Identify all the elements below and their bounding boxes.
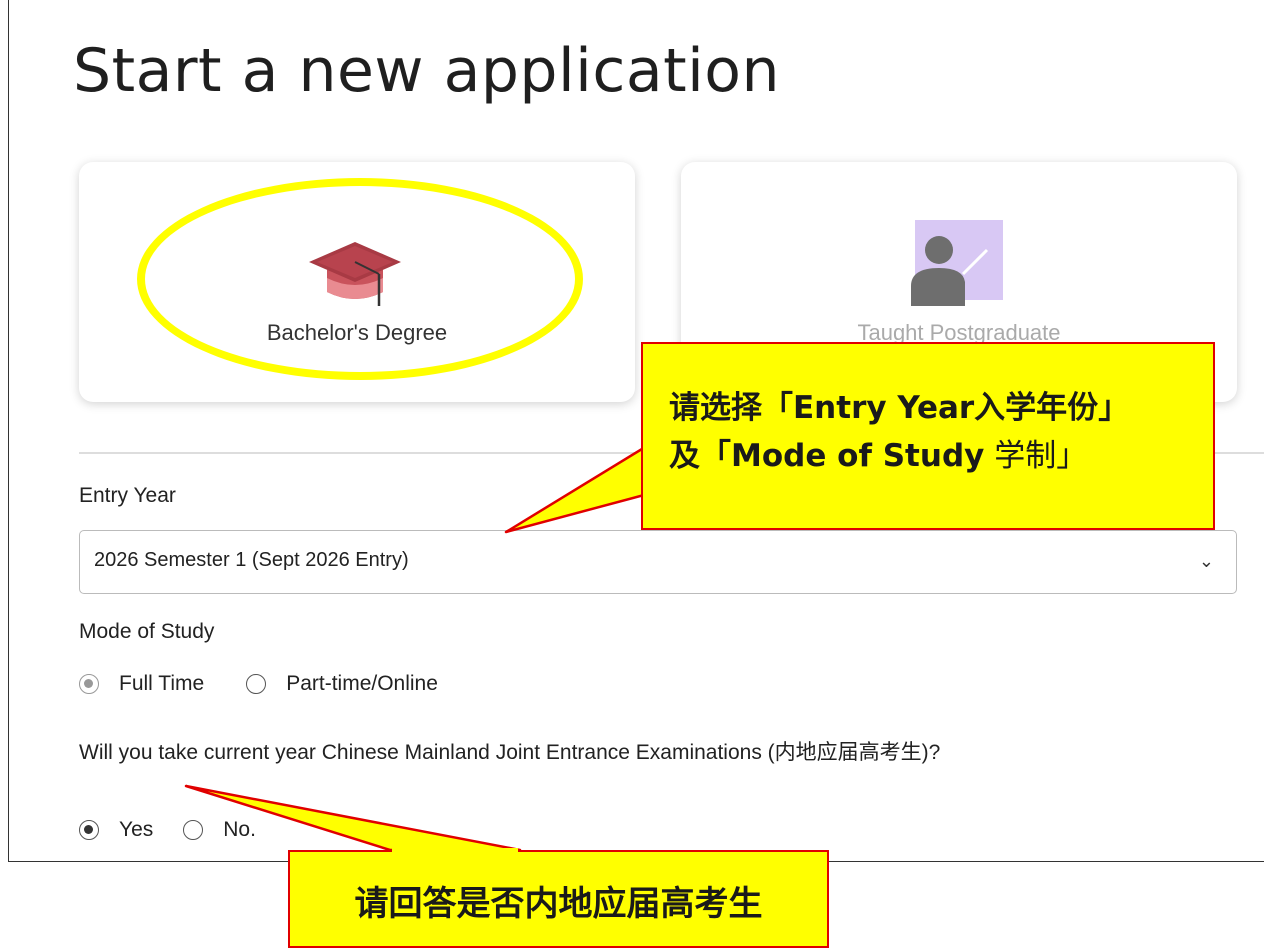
callout-1-line-1-prefix: 请选择「 — [669, 390, 793, 426]
callout-1-tail-mask — [643, 436, 657, 484]
callout-1-line-1-suffix: 」 — [1098, 390, 1130, 426]
callout-2-tail-mask — [392, 848, 518, 854]
callout-2-tail — [184, 784, 522, 852]
annotation-callout-entry-year: 请选择「Entry Year入学年份」 及「Mode of Study 学制」 — [641, 342, 1215, 530]
callout-1-line-2-suffix: 学制」 — [984, 438, 1088, 474]
callout-1-line-2-bold: Mode of Study — [731, 438, 985, 474]
callout-1-line-2: 及「Mode of Study 学制」 — [669, 432, 1213, 480]
callout-1-line-1: 请选择「Entry Year入学年份」 — [669, 384, 1213, 432]
annotation-callout-exam: 请回答是否内地应届高考生 — [288, 850, 829, 948]
callout-1-line-1-bold: Entry Year入学年份 — [793, 390, 1099, 426]
callout-1-line-2-prefix: 及「 — [669, 438, 731, 474]
